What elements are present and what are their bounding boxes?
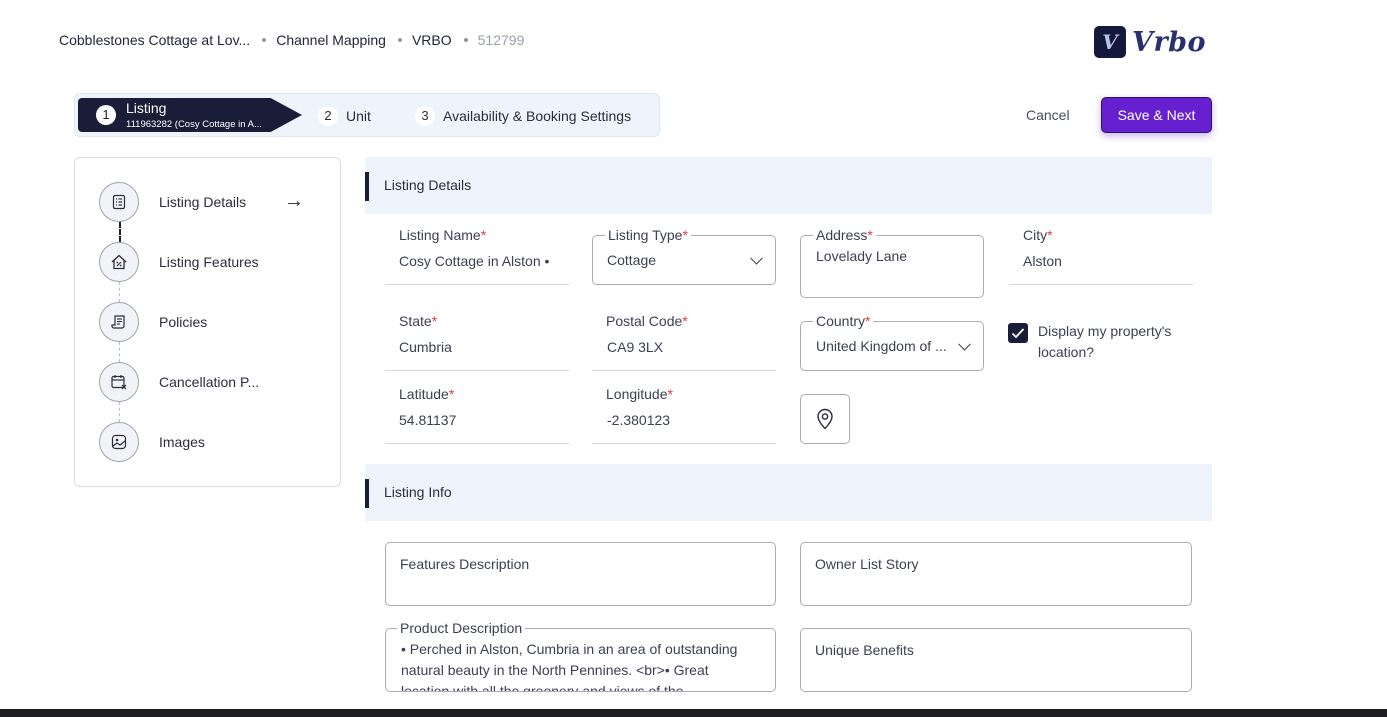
address-field[interactable]: Address* Lovelady Lane (800, 227, 984, 298)
nav-item-policies[interactable]: Policies (99, 302, 207, 342)
product-description-text: • Perched in Alston, Cumbria in an area … (401, 641, 738, 691)
map-pin-button[interactable] (800, 394, 850, 444)
field-label: Product Description (397, 620, 526, 636)
save-next-button[interactable]: Save & Next (1101, 97, 1212, 133)
breadcrumb-separator (397, 38, 402, 42)
textarea-placeholder: Owner List Story (815, 556, 919, 572)
field-label: Listing Name* (399, 227, 487, 243)
field-label: Address* (813, 227, 876, 243)
step-listing[interactable]: 1 Listing 111963282 (Cosy Cottage in A..… (78, 98, 302, 132)
field-label: State* (399, 313, 438, 329)
breadcrumb-separator (463, 38, 468, 42)
step-number: 3 (415, 106, 435, 126)
nav-item-images[interactable]: Images (99, 422, 205, 462)
breadcrumb-separator (262, 38, 267, 42)
listing-name-input[interactable]: Cosy Cottage in Alston • (399, 253, 559, 269)
features-description-textarea[interactable]: Features Description (385, 542, 776, 606)
longitude-field[interactable]: Longitude* -2.380123 (592, 386, 776, 444)
chevron-down-icon (958, 337, 971, 351)
field-label: Country* (813, 313, 874, 329)
home-percent-icon (99, 242, 139, 282)
cancel-button[interactable]: Cancel (1015, 104, 1081, 126)
step-label: Availability & Booking Settings (443, 108, 632, 124)
nav-item-label: Images (159, 434, 205, 450)
breadcrumb-channel[interactable]: VRBO (412, 32, 452, 48)
breadcrumb: Cobblestones Cottage at Lov... Channel M… (59, 32, 524, 48)
nav-item-cancellation-policy[interactable]: Cancellation P... (99, 362, 259, 402)
postal-code-field[interactable]: Postal Code* CA9 3LX (592, 313, 776, 371)
nav-item-listing-features[interactable]: Listing Features (99, 242, 259, 282)
map-pin-icon (817, 408, 833, 430)
textarea-placeholder: Unique Benefits (815, 642, 914, 658)
country-value: United Kingdom of ... (816, 338, 947, 354)
section-title: Listing Info (384, 484, 452, 500)
field-label: Latitude* (399, 386, 455, 402)
breadcrumb-id: 512799 (477, 32, 525, 48)
field-label: Listing Type* (605, 227, 691, 243)
listing-name-field[interactable]: Listing Name* Cosy Cottage in Alston • (385, 227, 569, 285)
latitude-field[interactable]: Latitude* 54.81137 (385, 386, 569, 444)
state-field[interactable]: State* Cumbria (385, 313, 569, 371)
step-label: Unit (346, 108, 371, 124)
listing-details-header: Listing Details (365, 157, 1212, 214)
field-label: City* (1023, 227, 1053, 243)
bottom-edge-bar (0, 709, 1387, 717)
step-number: 1 (96, 105, 116, 125)
listing-info-header: Listing Info (365, 464, 1212, 521)
country-select[interactable]: Country* United Kingdom of ... (800, 313, 984, 371)
listing-sections-nav: Listing Details → Listing Features Polic… (74, 157, 341, 487)
latitude-input[interactable]: 54.81137 (399, 412, 456, 428)
calendar-x-icon (99, 362, 139, 402)
section-title: Listing Details (384, 177, 472, 193)
vrbo-logo-badge: V (1094, 26, 1126, 58)
postal-code-input[interactable]: CA9 3LX (607, 339, 663, 355)
field-label: Longitude* (606, 386, 673, 402)
step-progress: 1 Listing 111963282 (Cosy Cottage in A..… (74, 93, 660, 137)
arrow-right-icon: → (284, 190, 304, 212)
step-number: 2 (318, 106, 338, 126)
step-unit[interactable]: 2 Unit (318, 106, 371, 126)
city-field[interactable]: City* Alston (1009, 227, 1193, 285)
listing-type-select[interactable]: Listing Type* Cottage (592, 227, 776, 285)
receipt-icon (99, 302, 139, 342)
nav-item-label: Policies (159, 314, 208, 330)
step-sublabel: 111963282 (Cosy Cottage in A... (126, 119, 262, 130)
vrbo-logo: V Vrbo (1094, 26, 1206, 58)
unique-benefits-textarea[interactable]: Unique Benefits (800, 628, 1192, 692)
nav-item-label: Listing Features (159, 254, 259, 270)
display-location-label: Display my property's location? (1038, 323, 1172, 360)
breadcrumb-section[interactable]: Channel Mapping (276, 32, 386, 48)
nav-item-listing-details[interactable]: Listing Details → (99, 182, 304, 222)
step-availability[interactable]: 3 Availability & Booking Settings (415, 106, 631, 126)
breadcrumb-property[interactable]: Cobblestones Cottage at Lov... (59, 32, 250, 48)
step-connector (119, 222, 121, 242)
check-icon (1011, 328, 1025, 339)
address-input[interactable]: Lovelady Lane (816, 248, 907, 264)
chevron-down-icon (750, 251, 763, 265)
step-connector (119, 282, 120, 302)
step-label: Listing (126, 100, 167, 116)
state-input[interactable]: Cumbria (399, 339, 452, 355)
step-connector (119, 342, 120, 362)
nav-item-label: Cancellation P... (159, 374, 260, 390)
owner-list-story-textarea[interactable]: Owner List Story (800, 542, 1192, 606)
step-connector (119, 402, 120, 422)
nav-item-label: Listing Details (159, 194, 247, 210)
product-description-textarea[interactable]: Product Description • Perched in Alston,… (385, 620, 776, 692)
section-accent-bar (365, 479, 369, 508)
section-accent-bar (365, 172, 369, 201)
field-label: Postal Code* (606, 313, 688, 329)
listing-type-value: Cottage (607, 252, 657, 268)
vrbo-logo-text: Vrbo (1132, 26, 1207, 58)
textarea-placeholder: Features Description (400, 556, 530, 572)
document-list-icon (99, 182, 139, 222)
city-input[interactable]: Alston (1023, 253, 1062, 269)
longitude-input[interactable]: -2.380123 (607, 412, 670, 428)
image-icon (99, 422, 139, 462)
display-location-checkbox[interactable] (1008, 323, 1028, 343)
